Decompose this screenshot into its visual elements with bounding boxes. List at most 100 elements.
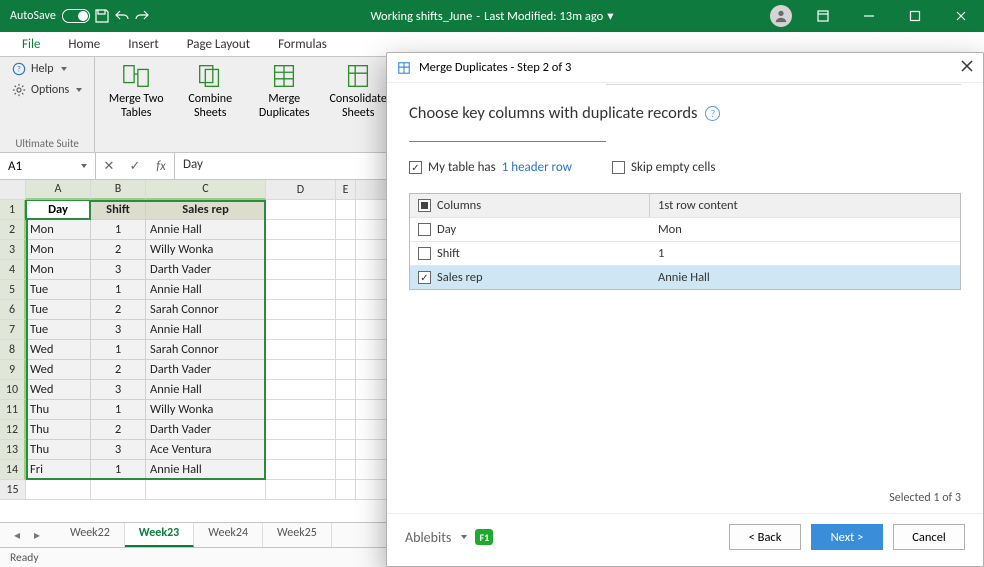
row-header[interactable]: 5 [0,280,26,300]
data-cell[interactable]: Wed [26,380,91,400]
row-header[interactable]: 9 [0,360,26,380]
merge-duplicates-button[interactable]: Merge Duplicates [253,61,315,121]
data-cell[interactable]: Wed [26,340,91,360]
sheet-prev-icon[interactable]: ◂ [8,526,26,544]
data-cell[interactable] [266,400,336,420]
row-header[interactable]: 14 [0,460,26,480]
close-icon[interactable] [938,0,984,32]
data-cell[interactable] [146,480,266,500]
dialog-title-bar[interactable]: Merge Duplicates - Step 2 of 3 [387,53,983,83]
select-all-checkbox[interactable] [418,199,431,212]
key-column-row[interactable]: DayMon [410,217,960,241]
data-cell[interactable] [336,300,356,320]
data-cell[interactable] [336,480,356,500]
data-cell[interactable] [266,460,336,480]
column-header[interactable]: A [26,180,91,200]
header-cell[interactable]: Sales rep [146,200,266,220]
f1-help-badge[interactable]: F1 [475,529,493,545]
column-header[interactable]: C [146,180,266,200]
data-cell[interactable]: Tue [26,320,91,340]
ribbon-display-options-icon[interactable] [800,0,846,32]
ribbon-tab-insert[interactable]: Insert [114,33,173,56]
data-cell[interactable] [266,220,336,240]
back-button[interactable]: < Back [729,524,801,550]
data-cell[interactable]: Annie Hall [146,280,266,300]
row-header[interactable]: 8 [0,340,26,360]
data-cell[interactable]: Darth Vader [146,420,266,440]
data-cell[interactable] [336,260,356,280]
autosave-control[interactable]: AutoSave [10,9,90,23]
data-cell[interactable]: Thu [26,440,91,460]
name-box[interactable]: A1 [0,153,96,179]
header-cell[interactable]: Shift [91,200,146,220]
row-header[interactable]: 3 [0,240,26,260]
data-cell[interactable] [336,440,356,460]
data-cell[interactable] [336,240,356,260]
merge-two-tables-button[interactable]: Merge Two Tables [105,61,167,121]
data-cell[interactable]: Mon [26,240,91,260]
data-cell[interactable]: Annie Hall [146,380,266,400]
skip-empty-cells-checkbox[interactable]: Skip empty cells [612,160,715,175]
data-cell[interactable]: Darth Vader [146,260,266,280]
header-cell[interactable] [336,200,356,220]
data-cell[interactable] [336,400,356,420]
row-header[interactable]: 11 [0,400,26,420]
cancel-formula-icon[interactable]: ✕ [96,159,122,174]
row-header[interactable]: 4 [0,260,26,280]
row-header[interactable]: 13 [0,440,26,460]
data-cell[interactable]: 3 [91,260,146,280]
data-cell[interactable]: Thu [26,400,91,420]
help-menu-button[interactable]: ? Help [10,61,84,77]
data-cell[interactable] [266,480,336,500]
cancel-button[interactable]: Cancel [893,524,965,550]
brand-label[interactable]: Ablebits [405,529,451,546]
account-avatar-icon[interactable] [770,5,792,27]
sheet-tab[interactable]: Week24 [194,523,263,547]
data-cell[interactable]: 1 [91,280,146,300]
data-cell[interactable]: Mon [26,260,91,280]
data-cell[interactable]: 2 [91,300,146,320]
dialog-close-button[interactable] [961,60,973,76]
data-cell[interactable]: Sarah Connor [146,300,266,320]
row-header[interactable]: 1 [0,200,26,220]
fx-icon[interactable]: fx [148,159,174,174]
row-header[interactable]: 7 [0,320,26,340]
row-header[interactable]: 12 [0,420,26,440]
row-header[interactable]: 10 [0,380,26,400]
data-cell[interactable]: Sarah Connor [146,340,266,360]
data-cell[interactable] [266,360,336,380]
data-cell[interactable] [336,420,356,440]
header-cell[interactable]: Day [26,200,91,220]
data-cell[interactable]: Annie Hall [146,320,266,340]
data-cell[interactable] [336,460,356,480]
sheet-tab[interactable]: Week23 [125,523,194,547]
consolidate-sheets-button[interactable]: Consolidate Sheets [327,61,389,121]
row-header[interactable]: 15 [0,480,26,500]
row-header[interactable]: 6 [0,300,26,320]
data-cell[interactable]: Willy Wonka [146,240,266,260]
data-cell[interactable] [91,480,146,500]
my-table-has-header-checkbox[interactable]: My table has 1 header row [409,160,572,175]
sheet-next-icon[interactable]: ▸ [28,526,46,544]
checkbox-icon[interactable] [418,223,431,236]
data-cell[interactable] [336,360,356,380]
data-cell[interactable]: 3 [91,440,146,460]
data-cell[interactable]: Fri [26,460,91,480]
header-cell[interactable] [266,200,336,220]
data-cell[interactable] [266,380,336,400]
row-header[interactable]: 2 [0,220,26,240]
data-cell[interactable]: 1 [91,220,146,240]
data-cell[interactable]: Ace Ventura [146,440,266,460]
checkbox-icon[interactable] [418,247,431,260]
ribbon-tab-page-layout[interactable]: Page Layout [173,33,264,56]
data-cell[interactable] [336,220,356,240]
data-cell[interactable] [336,320,356,340]
data-cell[interactable]: 2 [91,240,146,260]
data-cell[interactable] [266,340,336,360]
checkbox-icon[interactable] [418,271,431,284]
maximize-icon[interactable] [892,0,938,32]
combine-sheets-button[interactable]: Combine Sheets [179,61,241,121]
undo-icon[interactable] [114,8,130,24]
ribbon-tab-formulas[interactable]: Formulas [264,33,341,56]
data-cell[interactable]: Mon [26,220,91,240]
